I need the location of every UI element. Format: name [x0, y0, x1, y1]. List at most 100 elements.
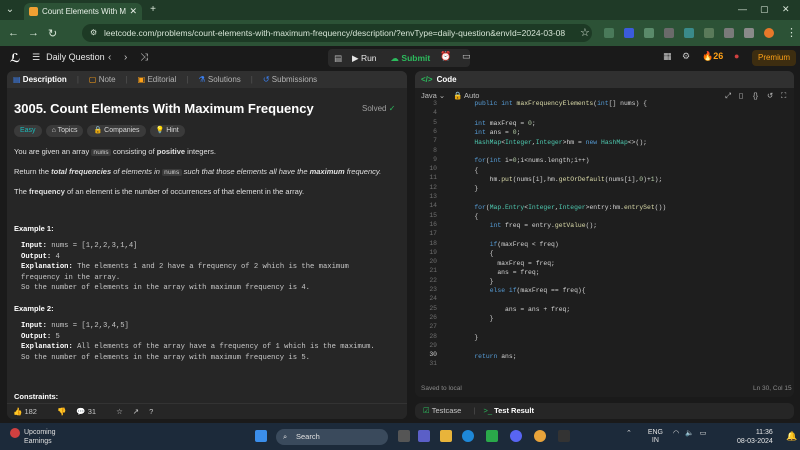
shuffle-icon[interactable]: ⤨: [140, 52, 148, 63]
example-title: Example 2:: [14, 304, 54, 313]
extension-icon[interactable]: [684, 28, 694, 38]
leetcode-logo-icon[interactable]: ℒ: [10, 51, 24, 65]
code-editor[interactable]: 3 4 5 6 7 8 9 10 11 12 13 14 15 16 17 18 19 20 21 22 23 24 25 2…: [415, 100, 794, 382]
chevron-up-icon[interactable]: ⌃: [626, 430, 632, 437]
tab-testcase[interactable]: ☑ Testcase: [423, 406, 461, 415]
extensions-puzzle-icon[interactable]: [724, 28, 734, 38]
extension-icon[interactable]: [624, 28, 634, 38]
widgets-button[interactable]: Upcoming Earnings: [10, 428, 56, 446]
language-select[interactable]: Java ⌄: [421, 91, 445, 100]
code-line: {: [459, 250, 494, 258]
tab-test-result[interactable]: >_ Test Result: [483, 406, 534, 415]
line-number: 16: [429, 220, 437, 228]
code-line: public int maxFrequencyElements(int[] nu…: [474, 100, 647, 107]
code-line: }: [459, 185, 479, 193]
tab-editorial[interactable]: ▣ Editorial: [138, 75, 177, 84]
maximize-button[interactable]: ▢: [760, 4, 769, 15]
notes-icon[interactable]: ▭: [462, 51, 471, 62]
close-tab-icon[interactable]: ✕: [129, 6, 137, 17]
code-line: for(int i=0;i<nums.length;i++): [474, 157, 590, 165]
topics-button[interactable]: ⌂ Topics: [45, 125, 84, 137]
chrome-menu-icon[interactable]: ⋮: [786, 26, 797, 39]
browser-tab-title: Count Elements With Maximum: [42, 7, 127, 16]
description-tabs: ▤ Description | ▢ Note | ▣ Editorial | ⚗…: [7, 71, 407, 88]
speaker-icon[interactable]: 🔈: [685, 430, 694, 437]
favorite-star-icon[interactable]: ☆: [116, 407, 123, 416]
tab-note[interactable]: ▢ Note: [89, 75, 116, 84]
address-bar[interactable]: ⚙ leetcode.com/problems/count-elements-w…: [82, 24, 592, 42]
format-braces-icon[interactable]: {}: [753, 91, 758, 100]
discord-icon[interactable]: [510, 430, 522, 442]
task-view-icon[interactable]: [398, 430, 410, 442]
submit-button[interactable]: ☁ Submit: [391, 53, 431, 64]
edge-icon[interactable]: [462, 430, 474, 442]
share-icon[interactable]: ↗: [133, 407, 139, 416]
bookmark-star-icon[interactable]: ☆: [580, 26, 590, 39]
submit-label: Submit: [401, 52, 431, 63]
notification-bell-icon[interactable]: 🔔: [786, 431, 797, 442]
terminal-app-icon[interactable]: [558, 430, 570, 442]
reload-icon[interactable]: ↻: [48, 27, 57, 40]
extension-icon[interactable]: [604, 28, 614, 38]
taskbar-search[interactable]: ⌕ Search: [276, 429, 388, 445]
profile-avatar[interactable]: [764, 28, 774, 38]
side-panel-icon[interactable]: [744, 28, 754, 38]
next-problem-icon[interactable]: ›: [124, 52, 127, 63]
avatar[interactable]: ●: [734, 51, 739, 61]
extension-icon[interactable]: [644, 28, 654, 38]
line-number: 4: [433, 109, 437, 117]
prev-problem-icon[interactable]: ‹: [108, 52, 111, 63]
dislike-icon[interactable]: 👎: [57, 407, 66, 416]
extension-icon[interactable]: [704, 28, 714, 38]
debug-icon[interactable]: ▤: [334, 53, 342, 64]
reset-icon[interactable]: ↺: [767, 91, 773, 100]
bookmark-icon[interactable]: ▯: [739, 91, 743, 100]
forward-arrow-icon[interactable]: →: [28, 27, 39, 39]
tab-submissions[interactable]: ↺ Submissions: [263, 75, 317, 84]
taskbar-clock[interactable]: 11:36 08-03-2024: [737, 428, 773, 446]
tab-description[interactable]: ▤ Description: [13, 75, 67, 84]
wifi-icon[interactable]: ◠: [673, 430, 679, 437]
settings-gear-icon[interactable]: ⚙: [682, 51, 690, 62]
language-indicator[interactable]: ENG IN: [648, 429, 663, 445]
run-button[interactable]: ▶ Run: [352, 53, 377, 64]
autocomplete-toggle[interactable]: 🔒 Auto: [453, 91, 479, 100]
site-info-icon[interactable]: ⚙: [90, 24, 97, 42]
line-number: 23: [429, 286, 437, 293]
line-number: 20: [429, 258, 437, 266]
hint-button[interactable]: 💡 Hint: [149, 125, 185, 137]
terminal-icon: >_: [483, 406, 492, 415]
minimize-button[interactable]: —: [738, 4, 747, 14]
new-tab-button[interactable]: +: [147, 4, 159, 16]
timer-icon[interactable]: ⏰: [440, 51, 451, 62]
store-icon[interactable]: [486, 430, 498, 442]
close-window-button[interactable]: ✕: [782, 4, 790, 15]
problem-list-button[interactable]: ☰ Daily Question: [32, 52, 105, 63]
tab-search-icon[interactable]: ⌄: [4, 4, 16, 16]
line-number: 5: [433, 118, 437, 126]
chrome-icon[interactable]: [534, 430, 546, 442]
line-number: 17: [429, 230, 437, 238]
back-arrow-icon[interactable]: ←: [8, 27, 19, 39]
premium-button[interactable]: Premium: [752, 50, 796, 66]
battery-icon[interactable]: ▭: [700, 430, 707, 437]
layout-icon[interactable]: ▦: [663, 51, 672, 62]
help-icon[interactable]: ?: [149, 407, 153, 416]
comments-button[interactable]: 💬 31: [76, 407, 106, 416]
tab-solutions[interactable]: ⚗ Solutions: [198, 75, 240, 84]
expand-icon[interactable]: ⤢: [725, 91, 731, 101]
file-explorer-icon[interactable]: [440, 430, 452, 442]
test-panel-tabs: ☑ Testcase | >_ Test Result: [415, 403, 794, 419]
maximize-editor-icon[interactable]: ⛶: [781, 91, 786, 101]
example-body: Input: nums = [1,2,3,4,5] Output: 5 Expl…: [21, 322, 375, 362]
fire-icon: 🔥: [702, 51, 714, 61]
companies-button[interactable]: 🔒 Companies: [87, 125, 146, 137]
browser-tab[interactable]: Count Elements With Maximum ✕: [24, 3, 142, 20]
streak-counter[interactable]: 🔥26: [702, 51, 723, 62]
teams-icon[interactable]: [418, 430, 430, 442]
start-windows-icon[interactable]: [255, 430, 267, 442]
extension-icon[interactable]: [664, 28, 674, 38]
like-button[interactable]: 👍 182: [13, 407, 47, 416]
cursor-position: Ln 30, Col 15: [753, 385, 792, 392]
lock-icon: 🔒: [93, 127, 103, 134]
